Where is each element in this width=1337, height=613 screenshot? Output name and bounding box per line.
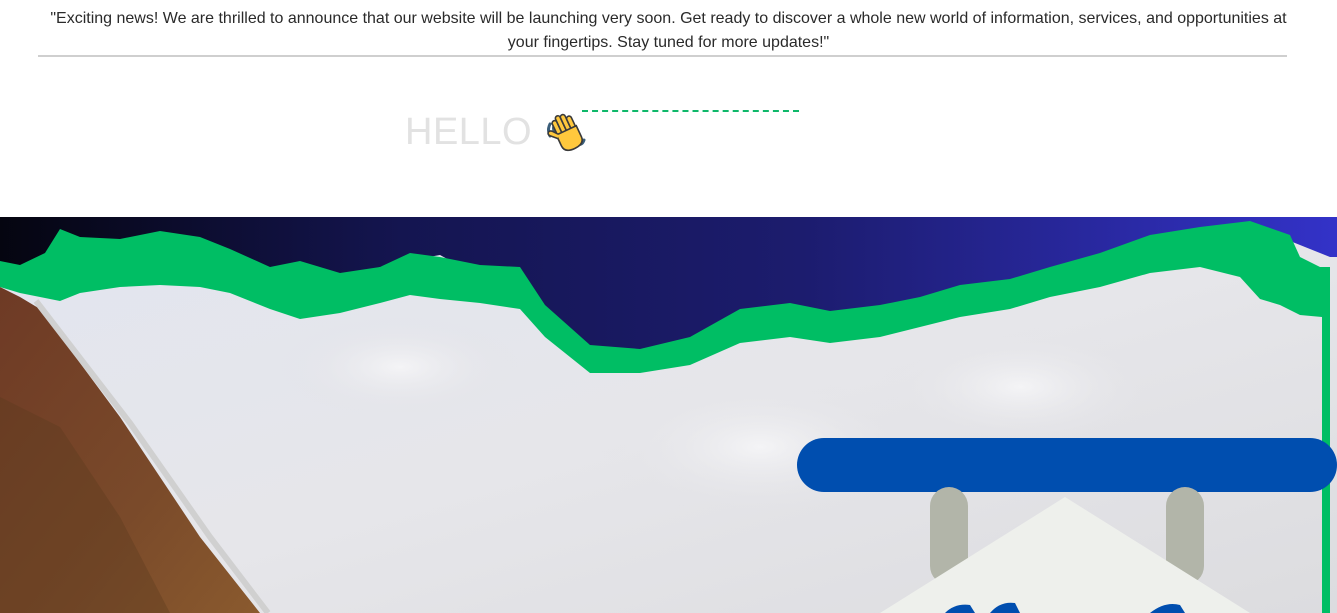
- hero-banner: [0, 217, 1337, 613]
- typing-underline: [582, 110, 799, 112]
- coming-soon-page: "Exciting news! We are thrilled to annou…: [0, 0, 1337, 613]
- greeting-row: HELLO: [405, 104, 588, 160]
- waving-hand-icon: [547, 113, 586, 152]
- hello-heading: HELLO: [405, 110, 533, 153]
- launch-announcement: "Exciting news! We are thrilled to annou…: [50, 10, 1287, 51]
- sign-bar: [797, 438, 1337, 492]
- hero-illustration: [0, 221, 1337, 613]
- section-divider: [38, 55, 1287, 57]
